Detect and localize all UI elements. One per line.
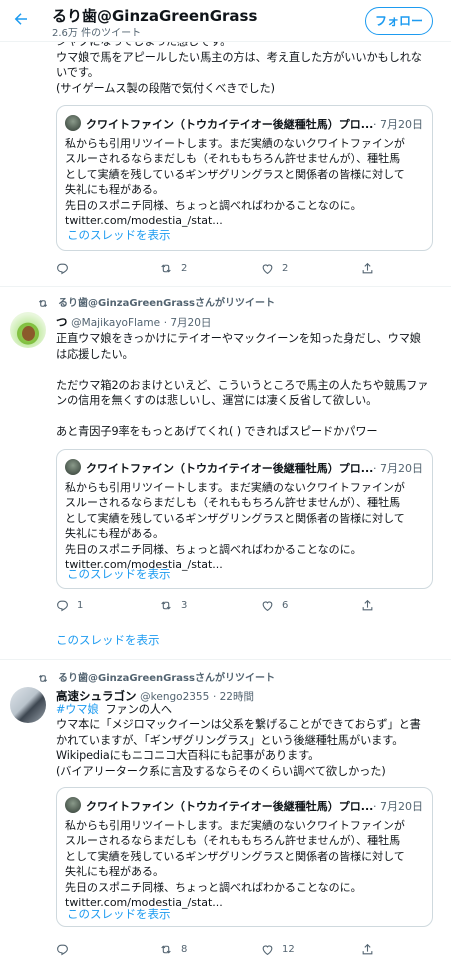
tweet-1[interactable]: るり歯@GinzaGreenGrassさんがリツイート つ @MajikayoF… bbox=[0, 287, 451, 659]
tweet-author[interactable]: つ @MajikayoFlame · 7月20日 bbox=[56, 314, 211, 330]
like-button[interactable]: 12 bbox=[261, 942, 295, 958]
display-name: 高速シュラゴン bbox=[56, 689, 137, 703]
quoted-author: クワイトファイン（トウカイテイオー後継種牡馬）プロ... bbox=[86, 118, 374, 131]
hashtag-line: #ウマ娘 ファンの人へ bbox=[56, 703, 172, 716]
quoted-date: · 7月20日 bbox=[373, 118, 423, 131]
hashtag-link[interactable]: #ウマ娘 bbox=[56, 703, 99, 716]
quoted-date: · 7月20日 bbox=[373, 462, 423, 475]
quoted-avatar[interactable] bbox=[65, 115, 81, 131]
tweet-2[interactable]: るり歯@GinzaGreenGrassさんがリツイート 高速シュラゴン @ken… bbox=[0, 660, 451, 961]
quoted-show-thread-link[interactable]: このスレッドを表示 bbox=[67, 227, 171, 243]
quoted-text: 私からも引用リツイートします。まだ実績のないクワイトファインが スルーされるなら… bbox=[65, 819, 405, 910]
reply-button[interactable]: 1 bbox=[56, 598, 83, 614]
show-thread-link[interactable]: このスレッドを表示 bbox=[56, 632, 160, 648]
tweet-text: 正直ウマ娘をきっかけにテイオーやマックイーンを知った身だし、ウマ娘 は応援したい… bbox=[56, 332, 429, 438]
retweet-button[interactable]: 8 bbox=[159, 942, 187, 958]
heart-icon bbox=[262, 263, 273, 274]
retweet-icon bbox=[161, 600, 171, 610]
retweet-icon bbox=[161, 263, 171, 273]
retweet-small-icon bbox=[38, 674, 48, 682]
quoted-author: クワイトファイン（トウカイテイオー後継種牡馬）プロ... bbox=[86, 462, 374, 475]
reply-button[interactable] bbox=[56, 942, 77, 958]
share-button[interactable] bbox=[361, 942, 374, 958]
heart-icon bbox=[262, 944, 273, 955]
tweet-text: シャクになってしまった感じです。 ウマ娘で馬をアピールしたい馬主の方は、考え直し… bbox=[56, 35, 422, 95]
retweet-button[interactable]: 3 bbox=[159, 598, 187, 614]
display-name: つ bbox=[56, 315, 68, 329]
tweet-count: 2.6万 件のツイート bbox=[52, 28, 142, 39]
quoted-avatar[interactable] bbox=[65, 459, 81, 475]
retweet-icon bbox=[161, 944, 171, 954]
profile-name: るり歯@GinzaGreenGrass bbox=[52, 7, 258, 25]
like-button[interactable]: 6 bbox=[261, 598, 288, 614]
tweet-actions: 8 12 bbox=[56, 942, 386, 958]
retweet-small-icon bbox=[38, 299, 48, 307]
quoted-tweet[interactable]: クワイトファイン（トウカイテイオー後継種牡馬）プロ... · 7月20日 私から… bbox=[56, 787, 433, 927]
retweeted-by: るり歯@GinzaGreenGrassさんがリツイート bbox=[37, 294, 275, 309]
share-button[interactable] bbox=[361, 261, 374, 277]
follow-button[interactable]: フォロー bbox=[365, 7, 433, 35]
like-button[interactable]: 2 bbox=[261, 261, 288, 277]
heart-icon bbox=[262, 600, 273, 611]
timestamp[interactable]: · 7月20日 bbox=[164, 317, 212, 329]
retweet-button[interactable]: 2 bbox=[159, 261, 187, 277]
share-icon bbox=[362, 262, 373, 273]
share-icon bbox=[362, 943, 373, 954]
quoted-text: 私からも引用リツイートします。まだ実績のないクワイトファインが スルーされるなら… bbox=[65, 481, 405, 572]
quoted-avatar[interactable] bbox=[65, 797, 81, 813]
avatar[interactable] bbox=[10, 312, 46, 348]
quoted-text: 私からも引用リツイートします。まだ実績のないクワイトファインが スルーされるなら… bbox=[65, 137, 405, 228]
tweet-actions: 1 3 6 bbox=[56, 598, 386, 614]
quoted-author: クワイトファイン（トウカイテイオー後継種牡馬）プロ... bbox=[86, 800, 374, 813]
back-arrow-icon[interactable] bbox=[8, 8, 34, 34]
retweeted-by: るり歯@GinzaGreenGrassさんがリツイート bbox=[37, 669, 275, 684]
quoted-tweet[interactable]: クワイトファイン（トウカイテイオー後継種牡馬）プロ... · 7月20日 私から… bbox=[56, 105, 433, 251]
quoted-tweet[interactable]: クワイトファイン（トウカイテイオー後継種牡馬）プロ... · 7月20日 私から… bbox=[56, 449, 433, 589]
avatar[interactable] bbox=[10, 687, 46, 723]
tweet-0[interactable]: シャクになってしまった感じです。 ウマ娘で馬をアピールしたい馬主の方は、考え直し… bbox=[0, 0, 451, 286]
handle: @MajikayoFlame bbox=[71, 317, 161, 329]
quoted-date: · 7月20日 bbox=[373, 800, 423, 813]
tweet-text: ウマ本に「メジロマックイーンは父系を繋げることができておらず」と書 かれています… bbox=[56, 718, 421, 778]
share-button[interactable] bbox=[361, 598, 374, 614]
reply-icon bbox=[57, 263, 68, 274]
reply-button[interactable] bbox=[56, 261, 77, 277]
tweet-actions: 2 2 bbox=[56, 261, 386, 277]
reply-icon bbox=[57, 600, 68, 611]
profile-header: るり歯@GinzaGreenGrass 2.6万 件のツイート フォロー bbox=[0, 0, 451, 42]
timestamp[interactable]: · 22時間 bbox=[213, 691, 254, 703]
quoted-show-thread-link[interactable]: このスレッドを表示 bbox=[67, 566, 171, 582]
reply-icon bbox=[57, 944, 68, 955]
share-icon bbox=[362, 599, 373, 610]
quoted-show-thread-link[interactable]: このスレッドを表示 bbox=[67, 906, 171, 922]
